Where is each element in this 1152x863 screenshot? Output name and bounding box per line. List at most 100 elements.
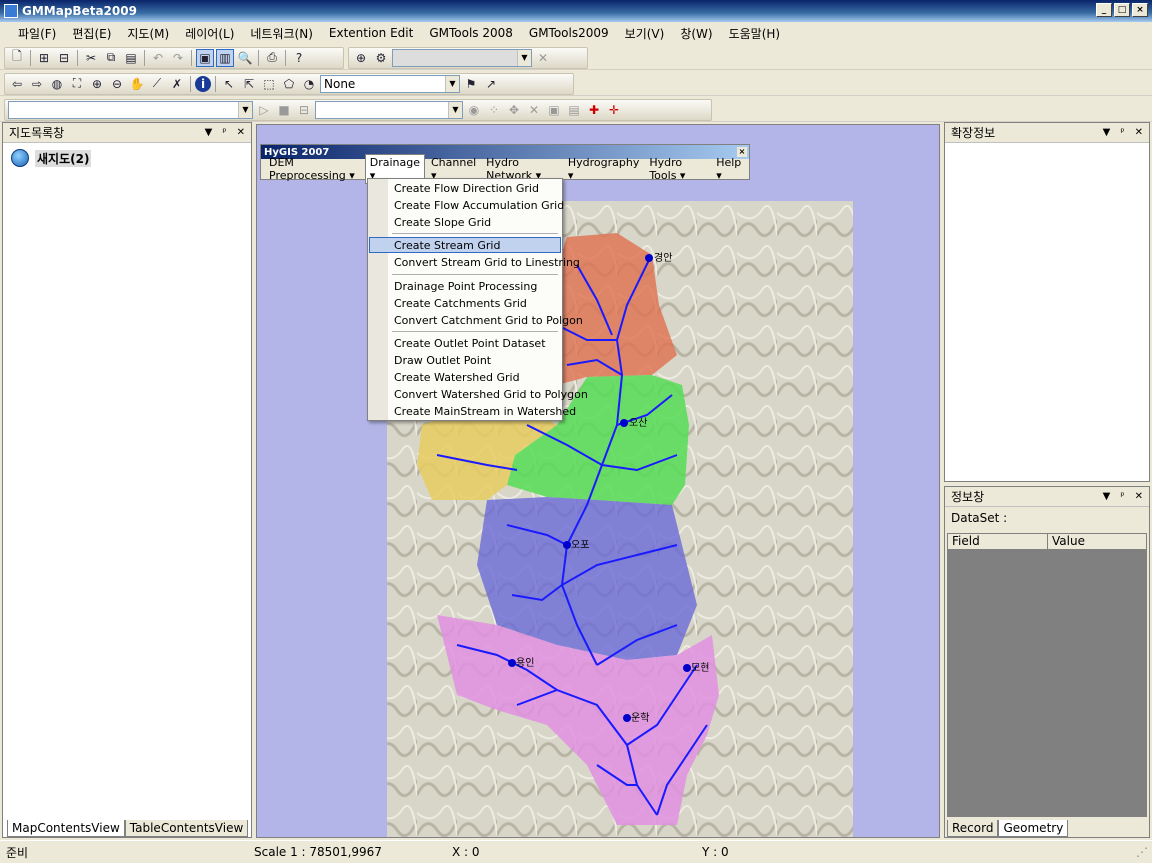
node-icon[interactable]: ⁘ [485, 101, 503, 119]
close-icon[interactable]: ✕ [1135, 127, 1143, 138]
paste-icon[interactable]: ▤ [122, 49, 140, 67]
tab-mapcontentsview[interactable]: MapContentsView [7, 820, 125, 837]
menu-layer[interactable]: 레이어(L) [177, 23, 242, 44]
copy-icon[interactable]: ⧉ [102, 49, 120, 67]
move-icon[interactable]: ✥ [505, 101, 523, 119]
menu-item-stream-to-linestring[interactable]: Convert Stream Grid to Linestring [394, 254, 580, 271]
menu-view[interactable]: 보기(V) [617, 23, 673, 44]
menu-gmtools-2008[interactable]: GMTools 2008 [421, 24, 521, 42]
merge-icon[interactable]: ▤ [565, 101, 583, 119]
menu-gmtools-2009[interactable]: GMTools2009 [521, 24, 617, 42]
selection-combo[interactable]: None ▼ [320, 74, 460, 93]
dropdown-icon[interactable]: ▼ [1103, 491, 1111, 502]
edit-combo[interactable]: ▼ [315, 100, 463, 119]
menu-item-flow-direction[interactable]: Create Flow Direction Grid [394, 180, 539, 197]
select-polygon-icon[interactable]: ⬠ [280, 75, 298, 93]
info-grid[interactable]: Field Value [947, 533, 1147, 817]
preview-icon[interactable]: 🔍 [236, 49, 254, 67]
menu-item-flow-accumulation[interactable]: Create Flow Accumulation Grid [394, 197, 564, 214]
dropdown-icon[interactable]: ▼ [1103, 127, 1111, 138]
zoom-in-icon[interactable]: ⊕ [88, 75, 106, 93]
menu-network[interactable]: 네트워크(N) [242, 23, 321, 44]
delete-icon[interactable]: ✕ [525, 101, 543, 119]
pin-icon[interactable]: ᵖ [222, 127, 226, 138]
info-icon[interactable]: i [195, 75, 211, 92]
layout2-icon[interactable]: ▥ [216, 48, 234, 67]
forward-icon[interactable]: ⇨ [28, 75, 46, 93]
tab-tablecontentsview[interactable]: TableContentsView [124, 820, 249, 837]
add-vertex-icon[interactable]: ✛ [605, 101, 623, 119]
help-icon[interactable]: ? [290, 49, 308, 67]
menu-map[interactable]: 지도(M) [119, 23, 177, 44]
cut-icon[interactable]: ✂ [82, 49, 100, 67]
close-button[interactable]: × [1132, 3, 1148, 17]
tab-record[interactable]: Record [947, 820, 999, 837]
menu-item-watershed-to-polygon[interactable]: Convert Watershed Grid to Polygon [394, 386, 588, 403]
redo-icon[interactable]: ↷ [169, 49, 187, 67]
menu-help[interactable]: 도움말(H) [721, 23, 789, 44]
add-layer-icon[interactable]: ⊕ [352, 49, 370, 67]
undo-icon[interactable]: ↶ [149, 49, 167, 67]
layer-combo[interactable]: ▼ [392, 48, 532, 67]
open-icon[interactable]: ⊞ [35, 49, 53, 67]
menu-item-catchment-to-polygon[interactable]: Convert Catchment Grid to Polgon [394, 312, 583, 329]
tree-item-newmap[interactable]: 새지도(2) [11, 149, 92, 167]
select-icon[interactable]: ↖ [220, 75, 238, 93]
add-point-icon[interactable]: ✚ [585, 101, 603, 119]
zoom-out-icon[interactable]: ⊖ [108, 75, 126, 93]
back-icon[interactable]: ⇦ [8, 75, 26, 93]
menu-item-slope-grid[interactable]: Create Slope Grid [394, 214, 491, 231]
map-view[interactable]: 경안 오산 오포 용인 모현 운학 [256, 124, 940, 838]
menu-item-draw-outlet[interactable]: Draw Outlet Point [394, 352, 491, 369]
remove-icon[interactable]: ✕ [534, 49, 552, 67]
pin-icon[interactable]: ᵖ [1120, 491, 1124, 502]
close-icon[interactable]: ✕ [1135, 491, 1143, 502]
dropdown-icon[interactable]: ▼ [205, 127, 213, 138]
menu-item-stream-grid[interactable]: Create Stream Grid [394, 237, 500, 254]
split-icon[interactable]: ▣ [545, 101, 563, 119]
pan-icon[interactable]: ✋ [128, 75, 146, 93]
globe-icon[interactable]: ◍ [48, 75, 66, 93]
label-unhak: 운학 [631, 712, 649, 724]
menu-item-drainage-point[interactable]: Drainage Point Processing [394, 278, 537, 295]
layer-settings-icon[interactable]: ⚙ [372, 49, 390, 67]
target-combo[interactable]: ▼ [8, 100, 253, 119]
measure-icon[interactable]: ⟋ [148, 75, 166, 93]
select-feature-icon[interactable]: ⇱ [240, 75, 258, 93]
menu-item-catchments-grid[interactable]: Create Catchments Grid [394, 295, 527, 312]
maximize-button[interactable]: □ [1114, 3, 1130, 17]
column-field[interactable]: Field [948, 534, 1048, 549]
play-icon[interactable]: ▷ [255, 101, 273, 119]
pin-icon[interactable]: ᵖ [1120, 127, 1124, 138]
menu-extention-edit[interactable]: Extention Edit [321, 24, 421, 42]
clear-icon[interactable]: ✗ [168, 75, 186, 93]
tab-geometry[interactable]: Geometry [998, 820, 1069, 837]
stop-icon[interactable]: ■ [275, 101, 293, 119]
menu-item-outlet-dataset[interactable]: Create Outlet Point Dataset [394, 335, 546, 352]
minimize-button[interactable]: _ [1096, 3, 1112, 17]
flag-icon[interactable]: ⚑ [462, 75, 480, 93]
menu-item-watershed-grid[interactable]: Create Watershed Grid [394, 369, 520, 386]
menu-window[interactable]: 창(W) [672, 23, 720, 44]
close-icon[interactable]: ✕ [237, 127, 245, 138]
print-icon[interactable]: ⎙ [263, 49, 281, 67]
edit-save-icon[interactable]: ⊟ [295, 101, 313, 119]
menu-edit[interactable]: 편집(E) [64, 23, 119, 44]
new-icon[interactable]: 🗋 [8, 49, 26, 67]
hygis-menu-hydrography[interactable]: Hydrography ▾ [564, 155, 643, 183]
drainage-dropdown: Create Flow Direction Grid Create Flow A… [367, 178, 588, 421]
hygis-menu-hydro-tools[interactable]: Hydro Tools ▾ [645, 155, 710, 183]
cursor-icon[interactable]: ↗ [482, 75, 500, 93]
select-rect-icon[interactable]: ⬚ [260, 75, 278, 93]
hygis-menu-help[interactable]: Help ▾ [712, 155, 747, 183]
select-circle-icon[interactable]: ◔ [300, 75, 318, 93]
menu-item-mainstream[interactable]: Create MainStream in Watershed [394, 403, 576, 420]
full-extent-icon[interactable]: ⛶ [68, 75, 86, 93]
save-icon[interactable]: ⊟ [55, 49, 73, 67]
layout-icon[interactable]: ▣ [196, 48, 214, 67]
hygis-menu-dem[interactable]: DEM Preprocessing ▾ [265, 155, 363, 183]
vertex-icon[interactable]: ◉ [465, 101, 483, 119]
column-value[interactable]: Value [1048, 534, 1085, 549]
resize-grip-icon[interactable]: ⋰ [1136, 845, 1148, 859]
menu-file[interactable]: 파일(F) [10, 23, 64, 44]
